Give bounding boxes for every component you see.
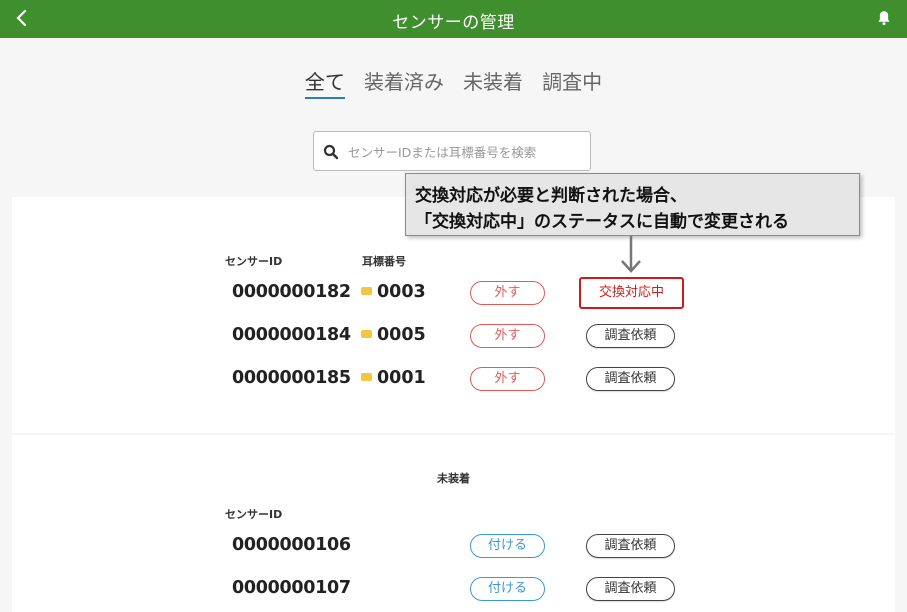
sensor-id: 0000000107 <box>232 578 351 598</box>
investigate-request-button[interactable]: 調査依頼 <box>586 577 675 601</box>
investigate-request-button[interactable]: 調査依頼 <box>586 367 675 391</box>
exchange-status-badge: 交換対応中 <box>579 277 684 309</box>
ear-tag: 0003 <box>361 282 426 302</box>
search-box <box>313 131 591 171</box>
tab-unmounted[interactable]: 未装着 <box>463 66 523 97</box>
tab-all[interactable]: 全て <box>304 66 345 99</box>
filter-tabs: 全て 装着済み 未装着 調査中 <box>0 66 907 99</box>
ear-tag-number: 0001 <box>377 368 426 388</box>
sensor-id: 0000000106 <box>232 535 351 555</box>
down-arrow-icon <box>621 236 641 273</box>
ear-tag-number: 0003 <box>377 282 426 302</box>
ear-tag: 0005 <box>361 325 426 345</box>
sensor-id: 0000000182 <box>232 282 351 302</box>
remove-button[interactable]: 外す <box>470 324 545 348</box>
attach-button[interactable]: 付ける <box>470 577 545 601</box>
notifications-button[interactable] <box>875 9 893 27</box>
annotation-callout: 交換対応が必要と判断された場合、 「交換対応中」のステータスに自動で変更される <box>405 173 860 236</box>
bell-icon <box>878 11 890 26</box>
ear-tag: 0001 <box>361 368 426 388</box>
search-icon <box>323 144 339 160</box>
search-input[interactable] <box>346 140 586 164</box>
remove-button[interactable]: 外す <box>470 367 545 391</box>
tag-icon <box>361 373 372 381</box>
column-header-sensor-id: センサーID <box>225 255 283 268</box>
page-title: センサーの管理 <box>392 13 515 33</box>
investigate-request-button[interactable]: 調査依頼 <box>586 324 675 348</box>
sensor-id: 0000000185 <box>232 368 351 388</box>
column-header-ear-tag: 耳標番号 <box>362 255 406 268</box>
sensor-id: 0000000184 <box>232 325 351 345</box>
column-header-sensor-id: センサーID <box>225 508 283 521</box>
ear-tag-number: 0005 <box>377 325 426 345</box>
section-title-unmounted: 未装着 <box>437 472 470 485</box>
remove-button[interactable]: 外す <box>470 281 545 305</box>
tag-icon <box>361 287 372 295</box>
tag-icon <box>361 330 372 338</box>
tab-investigating[interactable]: 調査中 <box>542 66 602 97</box>
attach-button[interactable]: 付ける <box>470 534 545 558</box>
callout-line-1: 交換対応が必要と判断された場合、 <box>415 186 687 206</box>
app-header: センサーの管理 <box>0 0 907 38</box>
unmounted-panel <box>12 435 895 612</box>
investigate-request-button[interactable]: 調査依頼 <box>586 534 675 558</box>
callout-line-2: 「交換対応中」のステータスに自動で変更される <box>415 212 789 232</box>
tab-mounted[interactable]: 装着済み <box>364 66 444 97</box>
